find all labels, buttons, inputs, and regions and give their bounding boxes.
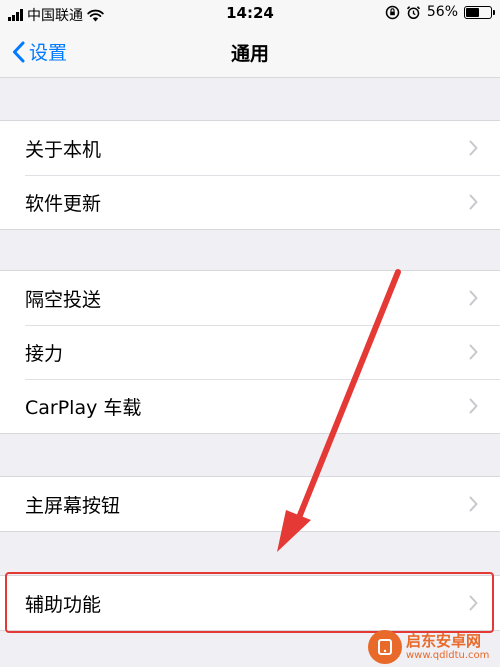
- watermark-logo-icon: [368, 630, 402, 664]
- annotation-arrow: [277, 269, 401, 552]
- watermark-title: 启东安卓网: [406, 632, 482, 651]
- watermark-url: www.qdldtu.com: [406, 649, 490, 661]
- watermark: 启东安卓网 www.qdldtu.com: [368, 628, 498, 666]
- watermark-text: 启东安卓网 www.qdldtu.com: [406, 633, 489, 661]
